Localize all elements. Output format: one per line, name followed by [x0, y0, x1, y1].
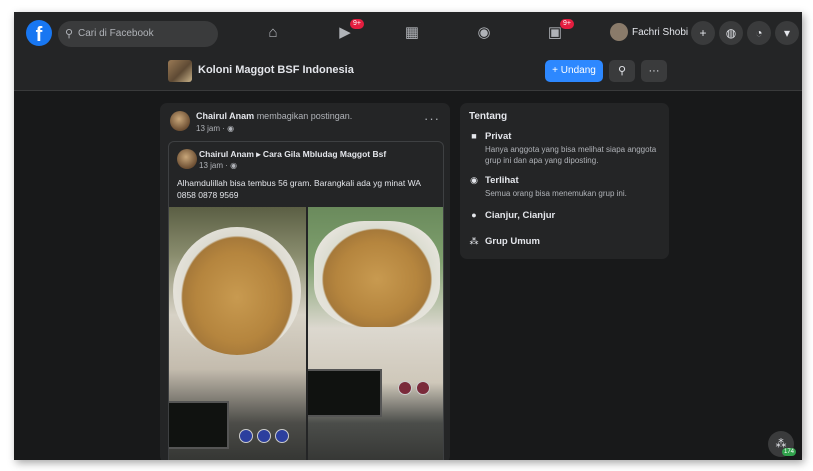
post-action-text: membagikan postingan. — [254, 111, 353, 121]
search-placeholder: Cari di Facebook — [78, 28, 154, 39]
more-options-button[interactable]: ··· — [641, 60, 667, 82]
maggot-container-image — [173, 227, 301, 355]
notifications-icon[interactable]: ◔ — [747, 21, 771, 45]
visibility-description: Semua orang bisa menemukan grup ini. — [485, 189, 627, 198]
maggot-container-image — [314, 221, 440, 327]
post-timestamp[interactable]: 13 jam · ◉ — [196, 124, 234, 133]
gaming-icon[interactable]: ▣ 9+ — [544, 19, 574, 43]
facebook-logo-icon[interactable]: f — [26, 20, 52, 46]
group-type-label: Grup Umum — [485, 236, 540, 247]
messenger-icon[interactable]: ◍ — [719, 21, 743, 45]
search-input[interactable]: ⚲ Cari di Facebook — [58, 21, 218, 47]
post-card: Chairul Anam membagikan postingan. 13 ja… — [160, 103, 450, 460]
shared-post-timestamp[interactable]: 13 jam · ◉ — [199, 161, 237, 170]
people-icon: ⁂ — [469, 236, 479, 246]
shared-post-author[interactable]: Chairul Anam ▸ Cara Gila Mbludag Maggot … — [199, 149, 386, 160]
location-label[interactable]: Cianjur, Cianjur — [485, 210, 555, 221]
group-cover-thumbnail[interactable] — [168, 60, 192, 82]
post-author-name[interactable]: Chairul Anam — [196, 111, 254, 121]
scale-button-image — [239, 429, 253, 443]
scale-button-image — [398, 381, 412, 395]
post-photo-right[interactable] — [308, 207, 443, 460]
shared-post: Chairul Anam ▸ Cara Gila Mbludag Maggot … — [168, 141, 444, 460]
online-count-badge: 174 — [781, 448, 796, 456]
profile-button[interactable]: Fachri Shobi — [610, 23, 688, 43]
scale-button-image — [275, 429, 289, 443]
search-group-icon[interactable]: ⚲ — [609, 60, 635, 82]
create-plus-icon[interactable]: + — [691, 21, 715, 45]
about-title: Tentang — [469, 111, 508, 122]
account-menu-icon[interactable]: ▾ — [775, 21, 799, 45]
visibility-label: Terlihat — [485, 175, 519, 186]
lock-icon: ■ — [471, 131, 477, 141]
contacts-fab-icon[interactable]: ⁂ 174 — [768, 431, 796, 457]
shared-post-text: Alhamdulillah bisa tembus 56 gram. Baran… — [177, 178, 421, 200]
location-icon: ● — [471, 210, 477, 220]
scale-button-image — [416, 381, 430, 395]
privacy-description: Hanya anggota yang bisa melihat siapa an… — [485, 145, 657, 165]
groups-icon[interactable]: ◉ — [473, 23, 495, 43]
post-header: Chairul Anam membagikan postingan. — [196, 111, 352, 121]
eye-icon: ◉ — [470, 175, 478, 185]
watch-icon[interactable]: ▶ 9+ — [334, 19, 364, 43]
scale-display-image — [308, 369, 382, 417]
facebook-window: f ⚲ Cari di Facebook ⌂ ▶ 9+ ▦ ◉ ▣ 9+ Fachr… — [14, 12, 802, 460]
post-more-icon[interactable]: ··· — [424, 111, 440, 126]
group-name[interactable]: Koloni Maggot BSF Indonesia — [198, 64, 354, 76]
notification-badge: 9+ — [350, 19, 364, 29]
about-card: Tentang ■ Privat Hanya anggota yang bisa… — [460, 103, 669, 259]
scale-button-image — [257, 429, 271, 443]
avatar — [610, 23, 628, 42]
home-icon[interactable]: ⌂ — [262, 23, 284, 43]
privacy-label: Privat — [485, 131, 512, 142]
marketplace-icon[interactable]: ▦ — [401, 23, 423, 43]
search-icon: ⚲ — [65, 28, 74, 40]
avatar[interactable] — [177, 149, 197, 169]
scale-display-image — [169, 401, 229, 449]
profile-name: Fachri Shobi — [632, 27, 689, 38]
group-header-bar: Koloni Maggot BSF Indonesia + Undang ⚲ ·… — [14, 54, 802, 91]
avatar[interactable] — [170, 111, 190, 131]
top-navbar: f ⚲ Cari di Facebook ⌂ ▶ 9+ ▦ ◉ ▣ 9+ Fachr… — [14, 12, 802, 55]
notification-badge: 9+ — [560, 19, 574, 29]
invite-button[interactable]: + Undang — [545, 60, 603, 82]
post-photo-left[interactable] — [169, 207, 306, 460]
